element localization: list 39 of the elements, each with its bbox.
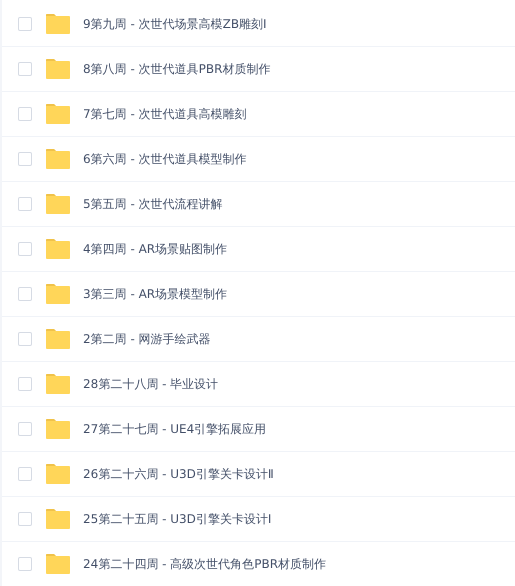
folder-icon	[45, 463, 71, 485]
folder-name[interactable]: 6第六周 - 次世代道具模型制作	[83, 150, 247, 168]
checkbox[interactable]	[18, 287, 32, 301]
folder-icon	[45, 508, 71, 530]
checkbox[interactable]	[18, 197, 32, 211]
folder-name[interactable]: 28第二十八周 - 毕业设计	[83, 376, 218, 392]
checkbox[interactable]	[18, 17, 32, 31]
folder-icon	[45, 103, 71, 125]
folder-icon	[45, 328, 71, 350]
folder-name[interactable]: 3第三周 - AR场景模型制作	[83, 286, 228, 302]
folder-name[interactable]: 26第二十六周 - U3D引擎关卡设计Ⅱ	[83, 466, 274, 482]
checkbox[interactable]	[18, 107, 32, 121]
folder-name[interactable]: 5第五周 - 次世代流程讲解	[83, 196, 223, 212]
folder-name[interactable]: 4第四周 - AR场景贴图制作	[83, 240, 228, 258]
folder-icon	[45, 148, 71, 170]
folder-icon	[45, 373, 71, 395]
folder-name[interactable]: 7第七周 - 次世代道具高模雕刻	[83, 106, 247, 122]
checkbox[interactable]	[18, 242, 32, 256]
checkbox[interactable]	[18, 62, 32, 76]
folder-icon	[45, 283, 71, 305]
checkbox[interactable]	[18, 422, 32, 436]
folder-name[interactable]: 9第九周 - 次世代场景高模ZB雕刻Ⅰ	[83, 16, 267, 32]
folder-icon	[45, 193, 71, 215]
folder-icon	[45, 58, 71, 80]
folder-name[interactable]: 2第二周 - 网游手绘武器	[83, 330, 211, 348]
checkbox[interactable]	[18, 467, 32, 481]
folder-name[interactable]: 25第二十五周 - U3D引擎关卡设计Ⅰ	[83, 510, 272, 528]
checkbox[interactable]	[18, 152, 32, 166]
checkbox[interactable]	[18, 332, 32, 346]
checkbox[interactable]	[18, 512, 32, 526]
folder-name[interactable]: 27第二十七周 - UE4引擎拓展应用	[83, 420, 266, 438]
folder-name[interactable]: 8第八周 - 次世代道具PBR材质制作	[83, 60, 270, 78]
checkbox[interactable]	[18, 557, 32, 571]
folder-icon	[45, 238, 71, 260]
folder-name[interactable]: 24第二十四周 - 高级次世代角色PBR材质制作	[83, 556, 326, 572]
folder-icon	[45, 13, 71, 35]
folder-icon	[45, 553, 71, 575]
folder-icon	[45, 418, 71, 440]
checkbox[interactable]	[18, 377, 32, 391]
